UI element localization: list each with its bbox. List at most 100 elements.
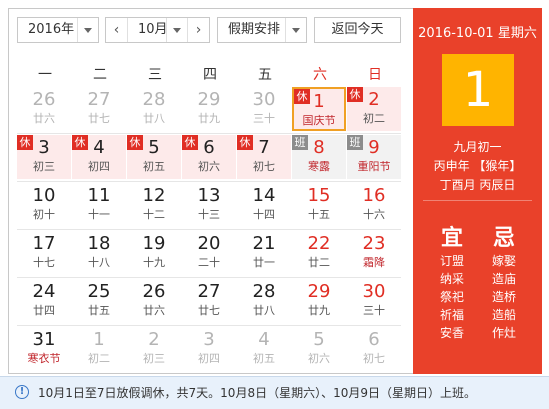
day-cell[interactable]: 24 廿四 (17, 279, 71, 323)
day-cell[interactable]: 2 初三 (127, 327, 181, 371)
day-cell[interactable]: 11 十一 (72, 183, 126, 227)
chevron-left-icon[interactable]: ‹ (106, 18, 128, 42)
day-number: 22 (307, 233, 331, 254)
day-cell[interactable]: 30 三十 (347, 279, 401, 323)
chevron-right-icon[interactable]: › (187, 18, 209, 42)
day-number: 3 (38, 137, 50, 158)
month-stepper[interactable]: ‹ 10月 › (105, 17, 210, 43)
month-select-value: 10月 (138, 22, 168, 37)
day-cell[interactable]: 20 二十 (182, 231, 236, 275)
day-number: 27 (87, 89, 111, 110)
chevron-down-icon[interactable] (166, 18, 187, 42)
day-number: 9 (368, 137, 380, 158)
lunar-label: 初三 (33, 160, 55, 173)
day-cell[interactable]: 6 初七 (347, 327, 401, 371)
year-select[interactable]: 2016年 (17, 17, 99, 43)
lunar-label: 初二 (363, 112, 385, 125)
yi-list: 订盟 纳采 祭祀 祈福 安香 (427, 252, 477, 342)
day-cell[interactable]: 27 廿七 (182, 279, 236, 323)
lunar-label: 初五 (253, 352, 275, 365)
day-cell[interactable]: 31 寒衣节 (17, 327, 71, 371)
day-number: 3 (203, 329, 215, 350)
day-number: 30 (252, 89, 276, 110)
ji-item: 造桥 (491, 290, 516, 304)
day-cell[interactable]: 27 廿七 (72, 87, 126, 131)
day-number: 19 (142, 233, 166, 254)
day-cell[interactable]: 5 初六 (292, 327, 346, 371)
day-cell-today[interactable]: 休 1 国庆节 (292, 87, 346, 131)
day-cell[interactable]: 29 廿九 (182, 87, 236, 131)
day-cell[interactable]: 17 十七 (17, 231, 71, 275)
divider (423, 200, 532, 201)
back-to-today-button[interactable]: 返回今天 (314, 17, 401, 43)
day-cell[interactable]: 28 廿八 (127, 87, 181, 131)
day-number: 1 (313, 91, 325, 112)
day-cell[interactable]: 3 初四 (182, 327, 236, 371)
day-number: 21 (252, 233, 276, 254)
yi-item: 安香 (439, 326, 464, 340)
lunar-label: 廿六 (143, 304, 165, 317)
day-cell[interactable]: 10 初十 (17, 183, 71, 227)
day-cell[interactable]: 13 十三 (182, 183, 236, 227)
day-number: 28 (252, 281, 276, 302)
day-cell[interactable]: 25 廿五 (72, 279, 126, 323)
day-cell[interactable]: 18 十八 (72, 231, 126, 275)
day-cell[interactable]: 21 廿一 (237, 231, 291, 275)
day-cell[interactable]: 班 8 寒露 (292, 135, 346, 179)
day-cell[interactable]: 4 初五 (237, 327, 291, 371)
ji-list: 嫁娶 造庙 造桥 造船 作灶 (479, 252, 529, 342)
lunar-label: 廿八 (253, 304, 275, 317)
lunar-label: 寒露 (308, 160, 330, 173)
day-cell[interactable]: 14 十四 (237, 183, 291, 227)
calendar-toolbar: 2016年 ‹ 10月 › 假期安排 返回今天 (9, 9, 407, 49)
lunar-label: 十七 (33, 256, 55, 269)
day-number: 8 (313, 137, 325, 158)
day-cell[interactable]: 28 廿八 (237, 279, 291, 323)
day-number: 15 (307, 185, 331, 206)
day-number: 1 (93, 329, 105, 350)
lunar-label: 寒衣节 (27, 352, 61, 365)
lunar-label: 十四 (253, 208, 275, 221)
lunar-label: 廿九 (308, 304, 330, 317)
lunar-label: 初十 (33, 208, 55, 221)
day-cell[interactable]: 16 十六 (347, 183, 401, 227)
day-cell[interactable]: 休 3 初三 (17, 135, 71, 179)
lunar-label: 廿六 (33, 112, 55, 125)
day-cell[interactable]: 休 6 初六 (182, 135, 236, 179)
day-cell[interactable]: 15 十五 (292, 183, 346, 227)
day-cell[interactable]: 22 廿二 (292, 231, 346, 275)
day-number: 24 (32, 281, 56, 302)
day-cell[interactable]: 班 9 重阳节 (347, 135, 401, 179)
day-cell[interactable]: 29 廿九 (292, 279, 346, 323)
chevron-down-icon (285, 18, 306, 42)
day-number: 4 (258, 329, 270, 350)
day-cell[interactable]: 12 十二 (127, 183, 181, 227)
ganzhi-year: 丙申年 【猴年】 (433, 159, 522, 173)
day-cell[interactable]: 19 十九 (127, 231, 181, 275)
day-cell[interactable]: 休 5 初五 (127, 135, 181, 179)
lunar-label: 初二 (88, 352, 110, 365)
holiday-select[interactable]: 假期安排 (217, 17, 307, 43)
day-cell[interactable]: 1 初二 (72, 327, 126, 371)
day-cell[interactable]: 23 霜降 (347, 231, 401, 275)
day-cell[interactable]: 休 2 初二 (347, 87, 401, 131)
lunar-label: 二十 (198, 256, 220, 269)
day-number: 29 (307, 281, 331, 302)
day-number: 31 (32, 329, 56, 350)
day-cell[interactable]: 30 三十 (237, 87, 291, 131)
holiday-select-value: 假期安排 (228, 22, 281, 37)
weekday-label: 三 (148, 67, 162, 83)
day-cell[interactable]: 26 廿六 (127, 279, 181, 323)
yi-item: 祈福 (439, 308, 464, 322)
selected-day-number: 1 (442, 54, 514, 126)
yi-item: 纳采 (439, 272, 464, 286)
lunar-label: 霜降 (363, 256, 385, 269)
row-divider (17, 325, 401, 326)
day-number: 26 (32, 89, 56, 110)
lunar-label: 初六 (308, 352, 330, 365)
day-number: 5 (148, 137, 160, 158)
day-cell[interactable]: 26 廿六 (17, 87, 71, 131)
day-cell[interactable]: 休 4 初四 (72, 135, 126, 179)
day-cell[interactable]: 休 7 初七 (237, 135, 291, 179)
weekday-label: 四 (203, 67, 217, 83)
